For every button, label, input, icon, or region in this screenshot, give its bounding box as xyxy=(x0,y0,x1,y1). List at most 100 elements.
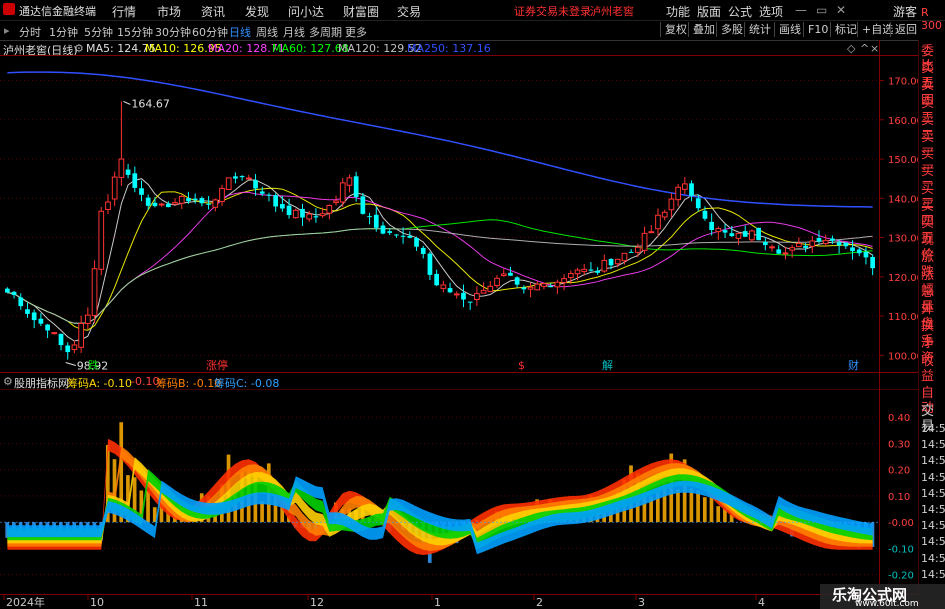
indicator-bar xyxy=(696,490,700,523)
candle-body xyxy=(749,230,755,241)
candle-body xyxy=(84,314,91,325)
rp-field-label: 收益 xyxy=(921,353,935,384)
indicator-axis-label: -0.20 xyxy=(888,571,914,582)
price-axis-label: 140.00 xyxy=(888,194,918,205)
date-axis-label: 2024年 xyxy=(6,595,45,609)
price-axis-label: 150.00 xyxy=(888,155,918,166)
candle-body xyxy=(655,214,661,230)
indicator-axis-label: 0.40 xyxy=(888,413,910,424)
ma250-line xyxy=(7,71,873,208)
candle-body xyxy=(675,186,681,201)
candle-body xyxy=(830,238,835,241)
price-axis-label: 110.00 xyxy=(888,312,918,323)
candle-body xyxy=(769,246,775,249)
date-axis-label: 3 xyxy=(638,596,645,609)
watermark-url: www.60lt.com xyxy=(855,599,919,609)
ma5-line xyxy=(7,178,873,342)
indicator-bar xyxy=(146,490,150,523)
candle-body xyxy=(387,231,393,233)
candle-body xyxy=(91,268,98,316)
candle-body xyxy=(614,258,621,265)
candle-body xyxy=(500,273,507,276)
candle-body xyxy=(420,247,426,254)
candle-body xyxy=(25,309,30,314)
candle-body xyxy=(346,177,353,186)
right-quote-panel: R 300 委比 卖五 卖四 卖三 卖二 卖一 买一 买二 买三 买四 买五 现价 涨跌 涨幅 总量 外盘 换手净… xyxy=(918,6,945,609)
candle-body xyxy=(5,288,10,293)
price-axis-label: 170.00 xyxy=(888,77,918,88)
candle-body xyxy=(527,286,534,290)
candle-body xyxy=(508,272,513,276)
candle-body xyxy=(850,247,855,252)
candle-body xyxy=(722,230,728,233)
candle-body xyxy=(313,216,319,218)
candle-body xyxy=(212,199,219,208)
candle-body xyxy=(434,273,439,286)
candle-body xyxy=(225,177,232,190)
candle-body xyxy=(394,234,399,236)
candle-body xyxy=(51,332,58,335)
rp-time-label: 14:56 xyxy=(921,503,945,516)
candle-body xyxy=(735,232,742,239)
candle-body xyxy=(803,245,808,248)
kline-chart[interactable]: 164.6798.92 跌涨停$解财 170.00160.00150.00140… xyxy=(0,0,918,609)
candle-body xyxy=(125,169,131,175)
candle-body xyxy=(18,297,24,307)
date-axis-label: 2 xyxy=(536,596,543,609)
rp-time-label: 14:56 xyxy=(921,486,945,500)
candle-body xyxy=(259,191,265,194)
event-marker: 财 xyxy=(848,358,859,372)
candle-body xyxy=(648,231,655,234)
candle-body xyxy=(145,197,151,206)
candle-body xyxy=(407,235,413,238)
candle-body xyxy=(326,204,333,214)
candle-body xyxy=(172,202,178,205)
candle-body xyxy=(292,209,299,219)
candle-body xyxy=(245,177,252,180)
candle-body xyxy=(776,249,782,254)
indicator-layer xyxy=(0,422,879,563)
candle-body xyxy=(487,285,494,293)
candle-body xyxy=(111,176,118,200)
candle-body xyxy=(816,238,822,242)
candle-body xyxy=(414,238,419,247)
ma120-line xyxy=(7,228,873,324)
candle-body xyxy=(541,283,547,287)
price-axis-label: 130.00 xyxy=(888,234,918,245)
candle-body xyxy=(782,252,789,255)
candle-body xyxy=(233,176,238,179)
candle-body xyxy=(702,210,708,219)
candle-body xyxy=(71,344,78,351)
candle-body xyxy=(447,288,453,293)
low-marker-line xyxy=(65,362,76,367)
candle-body xyxy=(480,289,487,294)
event-marker: 解 xyxy=(602,358,613,372)
candle-body xyxy=(192,198,198,201)
ma60-line xyxy=(7,219,873,324)
candle-body xyxy=(695,198,701,209)
candle-body xyxy=(152,202,158,207)
rp-corner-label: R 300 xyxy=(921,6,942,32)
candle-body xyxy=(139,188,144,195)
candle-body xyxy=(756,227,761,241)
candle-body xyxy=(729,233,735,237)
candle-body xyxy=(836,242,842,246)
indicator-axis-label: 0.10 xyxy=(888,492,910,503)
candle-layer xyxy=(5,101,875,360)
event-marker: 涨停 xyxy=(206,358,228,372)
indicator-bar xyxy=(676,488,680,523)
ma-layer xyxy=(7,71,873,342)
candle-body xyxy=(105,201,111,210)
candle-body xyxy=(31,312,37,321)
candle-body xyxy=(789,247,796,251)
candle-body xyxy=(809,240,816,247)
candle-body xyxy=(467,301,473,303)
date-axis-label: 10 xyxy=(90,596,104,609)
candle-body xyxy=(595,270,600,273)
candle-body xyxy=(132,173,138,188)
candle-body xyxy=(494,277,500,286)
candle-body xyxy=(339,182,346,203)
candle-body xyxy=(11,291,17,295)
candle-body xyxy=(601,259,608,272)
rp-time-label: 14:56 xyxy=(921,470,945,484)
